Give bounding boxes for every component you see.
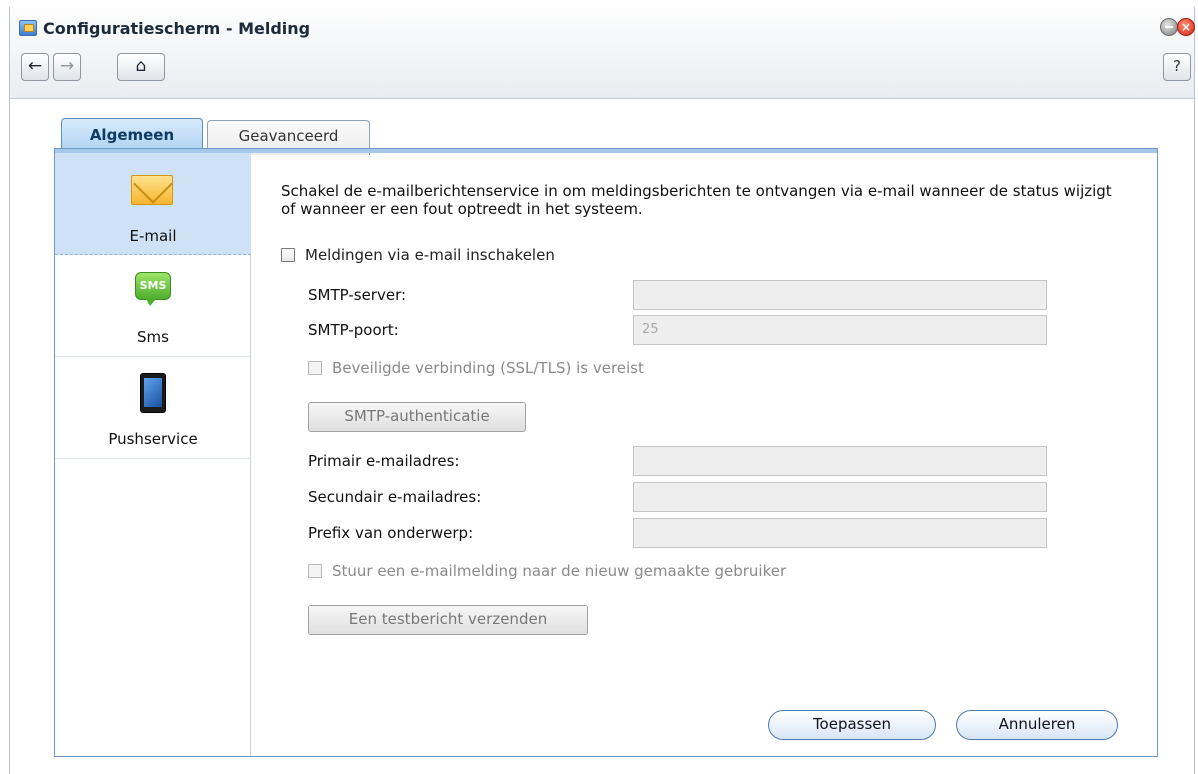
- cancel-button[interactable]: Annuleren: [956, 710, 1118, 740]
- smtp-authentication-button[interactable]: SMTP-authenticatie: [308, 402, 526, 432]
- control-panel-window: Configuratiescherm - Melding × ← → ⌂ ? A…: [9, 7, 1195, 774]
- title-bar: Configuratiescherm - Melding × ← → ⌂ ?: [10, 7, 1195, 99]
- email-settings: Schakel de e-mailberichtenservice in om …: [281, 182, 1141, 635]
- enable-email-row: Meldingen via e-mail inschakelen: [281, 246, 555, 264]
- window-title: Configuratiescherm - Melding: [43, 19, 311, 38]
- sidebar-item-sms[interactable]: SMS Sms: [55, 255, 251, 357]
- notify-new-user-checkbox[interactable]: [308, 564, 322, 578]
- back-button[interactable]: ←: [21, 53, 49, 81]
- send-test-message-button[interactable]: Een testbericht verzenden: [308, 605, 588, 635]
- primary-email-field[interactable]: [633, 446, 1047, 476]
- close-button[interactable]: ×: [1177, 18, 1195, 36]
- sidebar-item-email[interactable]: E-mail: [55, 153, 251, 255]
- minimize-button[interactable]: [1160, 18, 1178, 36]
- sidebar: E-mail SMS Sms Pushservice: [55, 153, 251, 756]
- smtp-port-field[interactable]: 25: [633, 315, 1047, 345]
- enable-email-checkbox[interactable]: [281, 248, 295, 262]
- settings-panel: E-mail SMS Sms Pushservice Schakel de e-…: [54, 148, 1158, 757]
- envelope-icon: [131, 175, 173, 205]
- subject-prefix-label: Prefix van onderwerp:: [308, 524, 474, 542]
- ssl-row: Beveiligde verbinding (SSL/TLS) is verei…: [308, 359, 644, 377]
- smtp-server-field[interactable]: [633, 280, 1047, 310]
- ssl-label: Beveiligde verbinding (SSL/TLS) is verei…: [332, 359, 644, 377]
- sms-icon: SMS: [135, 272, 171, 306]
- email-description: Schakel de e-mailberichtenservice in om …: [281, 182, 1112, 218]
- arrow-right-icon: →: [59, 56, 75, 76]
- secondary-email-label: Secundair e-mailadres:: [308, 488, 482, 506]
- ssl-checkbox[interactable]: [308, 361, 322, 375]
- smtp-server-label: SMTP-server:: [308, 286, 407, 304]
- help-icon: ?: [1173, 57, 1181, 75]
- smtp-port-label: SMTP-poort:: [308, 321, 399, 339]
- home-button[interactable]: ⌂: [117, 53, 165, 81]
- enable-email-label: Meldingen via e-mail inschakelen: [305, 246, 555, 264]
- forward-button[interactable]: →: [53, 53, 81, 81]
- notify-new-user-label: Stuur een e-mailmelding naar de nieuw ge…: [332, 562, 787, 580]
- sidebar-item-label: E-mail: [129, 227, 177, 245]
- sidebar-item-pushservice[interactable]: Pushservice: [55, 357, 251, 459]
- subject-prefix-field[interactable]: [633, 518, 1047, 548]
- sidebar-item-label: Pushservice: [108, 430, 198, 448]
- primary-email-label: Primair e-mailadres:: [308, 452, 460, 470]
- secondary-email-field[interactable]: [633, 482, 1047, 512]
- home-icon: ⌂: [135, 56, 147, 76]
- control-panel-icon: [19, 20, 37, 36]
- help-button[interactable]: ?: [1163, 53, 1191, 81]
- apply-button[interactable]: Toepassen: [768, 710, 936, 740]
- phone-icon: [140, 373, 166, 413]
- arrow-left-icon: ←: [27, 56, 43, 76]
- sidebar-item-label: Sms: [137, 328, 169, 346]
- notify-new-user-row: Stuur een e-mailmelding naar de nieuw ge…: [308, 562, 786, 580]
